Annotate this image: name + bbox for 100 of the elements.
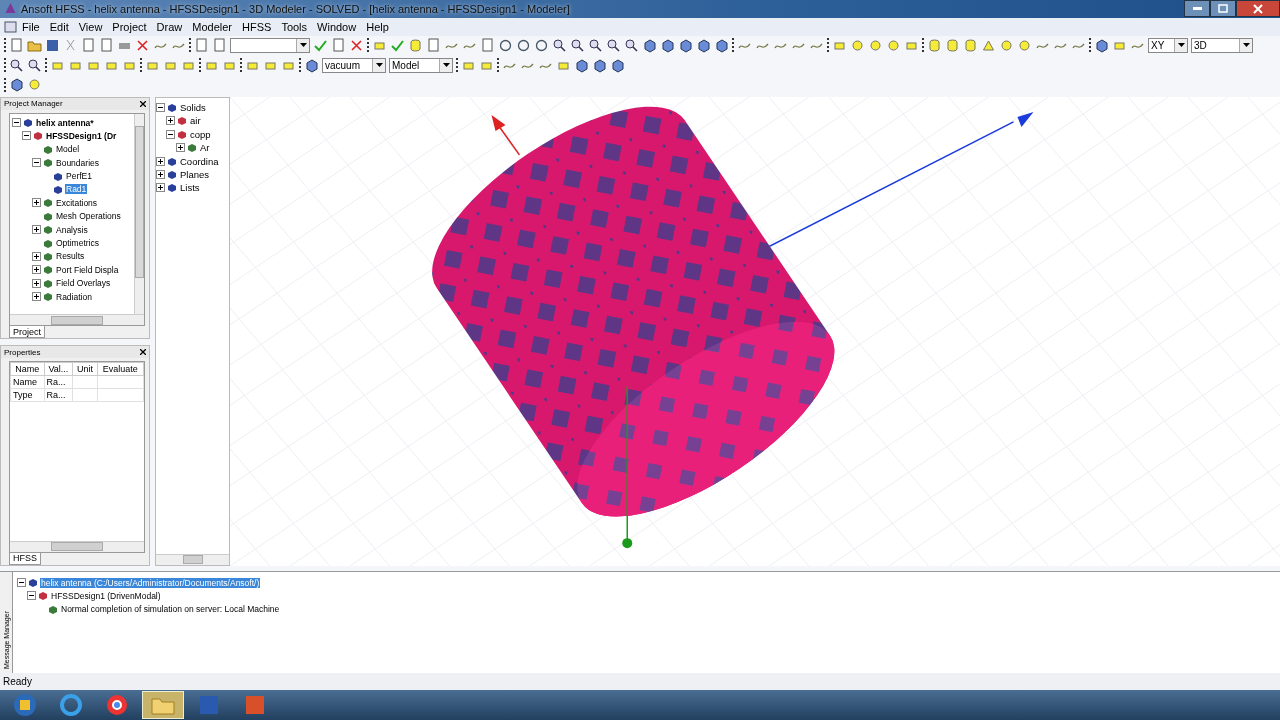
menu-item[interactable]: Window xyxy=(312,20,362,33)
tree-item[interactable]: Planes xyxy=(179,168,211,180)
3d-viewport[interactable] xyxy=(230,96,1280,566)
expand-icon[interactable] xyxy=(156,169,165,179)
tree-item[interactable]: Radiation xyxy=(55,291,93,302)
column-header[interactable]: Unit xyxy=(72,362,98,376)
zoom-icon[interactable] xyxy=(606,37,621,53)
cube-icon[interactable] xyxy=(610,57,625,73)
cube-icon[interactable] xyxy=(9,77,24,93)
dropdown-arrow-icon[interactable] xyxy=(299,43,307,48)
tree-item[interactable]: Excitations xyxy=(55,197,99,208)
cube-icon[interactable] xyxy=(696,37,711,53)
tree-item[interactable]: Coordina xyxy=(179,155,220,167)
plane-dropdown[interactable]: XY xyxy=(1148,37,1188,53)
expand-icon[interactable] xyxy=(32,251,41,261)
column-header[interactable]: Evaluate xyxy=(97,362,144,376)
menu-item[interactable]: Help xyxy=(361,20,394,33)
panel-tab[interactable]: Project xyxy=(9,326,45,339)
new-document-icon[interactable] xyxy=(331,37,346,53)
delete-icon[interactable] xyxy=(135,37,150,53)
cube-icon[interactable] xyxy=(678,37,693,53)
view-dropdown[interactable]: 3D xyxy=(1191,37,1253,53)
document-icon[interactable] xyxy=(4,20,17,33)
tree-item[interactable]: PerfE1 xyxy=(65,171,93,182)
scrollbar[interactable] xyxy=(10,540,144,552)
tree-item[interactable]: air xyxy=(189,115,202,127)
menu-item[interactable]: Modeler xyxy=(187,20,238,33)
tree-item[interactable]: Ar xyxy=(199,142,211,154)
expand-icon[interactable] xyxy=(156,156,165,166)
cube-icon[interactable] xyxy=(304,57,319,73)
tree-item[interactable]: Solids xyxy=(179,102,207,113)
tree-item[interactable]: Analysis xyxy=(55,224,89,235)
new-document-icon[interactable] xyxy=(426,37,441,53)
zoom-icon[interactable] xyxy=(624,37,639,53)
close-icon[interactable] xyxy=(140,100,146,107)
cube-icon[interactable] xyxy=(642,37,657,53)
tree-item[interactable]: Rad1 xyxy=(65,184,88,195)
collapse-icon[interactable] xyxy=(166,129,175,139)
circle-icon[interactable] xyxy=(868,37,883,53)
expand-icon[interactable] xyxy=(32,265,41,275)
tree-item[interactable]: helix antenna* xyxy=(35,117,95,128)
collapse-icon[interactable] xyxy=(156,103,165,112)
expand-icon[interactable] xyxy=(156,183,165,193)
delete-icon[interactable] xyxy=(349,37,364,53)
circle-icon[interactable] xyxy=(999,37,1014,53)
tree-item[interactable]: Mesh Operations xyxy=(55,211,122,222)
scrollbar-thumb[interactable] xyxy=(51,315,103,325)
tree-item[interactable]: HFSSDesign1 (DrivenModal) xyxy=(50,591,162,601)
tree-item[interactable]: Results xyxy=(55,251,86,262)
tree-item[interactable]: Port Field Displa xyxy=(55,264,120,275)
dropdown-arrow-icon[interactable] xyxy=(1242,43,1250,48)
circle-icon[interactable] xyxy=(886,37,901,53)
expand-icon[interactable] xyxy=(32,198,41,208)
menu-item[interactable]: Edit xyxy=(44,20,74,33)
cube-icon[interactable] xyxy=(1094,37,1109,53)
minimize-button[interactable] xyxy=(1184,0,1210,17)
new-document-icon[interactable] xyxy=(212,37,227,53)
dropdown-arrow-icon[interactable] xyxy=(442,63,450,68)
zoom-icon[interactable] xyxy=(552,37,567,53)
material-dropdown[interactable]: vacuum xyxy=(322,57,386,73)
cube-icon[interactable] xyxy=(592,57,607,73)
expand-icon[interactable] xyxy=(32,278,41,288)
new-document-icon[interactable] xyxy=(99,37,114,53)
menu-item[interactable]: Project xyxy=(107,20,152,33)
scrollbar[interactable] xyxy=(10,314,144,326)
maximize-button[interactable] xyxy=(1210,0,1236,17)
cylinder-icon[interactable] xyxy=(963,37,978,53)
cube-icon[interactable] xyxy=(574,57,589,73)
zoom-icon[interactable] xyxy=(570,37,585,53)
menu-item[interactable]: Tools xyxy=(276,20,313,33)
expand-icon[interactable] xyxy=(166,116,175,126)
zoom-icon[interactable] xyxy=(588,37,603,53)
collapse-icon[interactable] xyxy=(17,578,26,588)
tree-item[interactable]: copp xyxy=(189,128,212,140)
collapse-icon[interactable] xyxy=(32,158,41,168)
dropdown-arrow-icon[interactable] xyxy=(1177,43,1185,48)
cylinder-icon[interactable] xyxy=(927,37,942,53)
tree-item[interactable]: HFSSDesign1 (Dr xyxy=(45,130,118,141)
tree-item[interactable]: Boundaries xyxy=(55,157,100,168)
expand-icon[interactable] xyxy=(32,292,41,302)
collapse-icon[interactable] xyxy=(12,118,21,127)
folder-icon[interactable] xyxy=(142,691,184,720)
cylinder-icon[interactable] xyxy=(408,37,423,53)
mode-dropdown[interactable]: Model xyxy=(389,57,453,73)
collapse-icon[interactable] xyxy=(22,131,31,141)
scrollbar[interactable] xyxy=(134,113,144,315)
tree-item[interactable]: Normal completion of simulation on server: Local Machine xyxy=(60,604,281,615)
expand-icon[interactable] xyxy=(32,225,41,235)
circle-icon[interactable] xyxy=(850,37,865,53)
cube-icon[interactable] xyxy=(660,37,675,53)
close-button[interactable] xyxy=(1236,0,1280,17)
expand-icon[interactable] xyxy=(176,143,185,153)
scrollbar-thumb[interactable] xyxy=(135,125,144,278)
menu-item[interactable]: View xyxy=(73,20,108,33)
menu-item[interactable]: Draw xyxy=(151,20,188,33)
collapse-icon[interactable] xyxy=(27,591,36,601)
tree-item[interactable]: Optimetrics xyxy=(55,238,100,248)
menu-item[interactable]: HFSS xyxy=(237,20,277,33)
zoom-icon[interactable] xyxy=(9,57,24,73)
tree-item[interactable]: Model xyxy=(55,144,81,155)
